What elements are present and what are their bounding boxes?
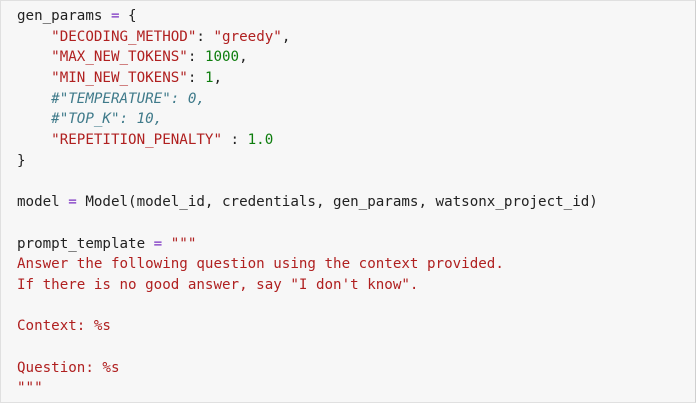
operator: = [153,235,163,252]
string-literal: "MIN_NEW_TOKENS" [51,70,188,87]
code-text: , [239,49,248,66]
docstring-text: Context: %s [17,318,111,335]
operator: = [68,194,77,211]
code-line-pt-l2: If there is no good answer, say "I don't… [17,275,598,296]
string-literal: "MAX_NEW_TOKENS" [51,49,188,66]
code-text: , [213,70,223,87]
code-line-gp-temp: #"TEMPERATURE": 0, [17,89,598,110]
code-cell[interactable]: gen_params = { "DECODING_METHOD": "greed… [0,0,696,403]
code-text: , [281,28,291,45]
docstring-text: """ [17,380,43,397]
operator: = [110,8,120,24]
number-literal: 1.0 [247,132,274,149]
code-line-pt-question: Question: %s [17,358,598,379]
docstring-text: Question: %s [17,359,120,376]
string-literal: "DECODING_METHOD" [51,28,197,45]
code-line-pt-close: """ [17,378,598,399]
code-text: Model(model_id, credentials, gen_params,… [76,194,598,211]
code-line-gp-decode: "DECODING_METHOD": "greedy", [17,27,598,48]
docstring-text: Answer the following question using the … [17,256,504,273]
code-line-pt-l1: Answer the following question using the … [17,254,598,275]
code-line-gp-open: gen_params = { [17,6,598,27]
code-text: { [119,8,137,24]
code-text: gen_params [17,8,111,24]
code-line-blank-1 [17,172,598,193]
code-line-gp-close: } [17,151,598,172]
code-line-blank-4 [17,337,598,358]
code-line-blank-2 [17,213,598,234]
code-text: : [187,70,205,87]
comment: #"TOP_K": 10, [51,111,163,128]
code-text: prompt_template [17,235,154,252]
code-line-pt-open: prompt_template = """ [17,234,598,255]
number-literal: 1000 [204,49,240,66]
docstring-text: If there is no good answer, say "I don't… [17,276,419,293]
code-line-gp-topk: #"TOP_K": 10, [17,109,598,130]
code-line-blank-3 [17,296,598,317]
code-text: model [17,194,69,211]
code-line-model: model = Model(model_id, credentials, gen… [17,192,598,213]
code-text: } [17,152,26,169]
code-editor[interactable]: gen_params = { "DECODING_METHOD": "greed… [17,6,598,399]
code-text: : [187,49,205,66]
code-line-gp-max: "MAX_NEW_TOKENS": 1000, [17,47,598,68]
code-line-gp-min: "MIN_NEW_TOKENS": 1, [17,68,598,89]
code-line-pt-context: Context: %s [17,316,598,337]
string-literal: "greedy" [213,28,282,45]
code-line-gp-rep: "REPETITION_PENALTY" : 1.0 [17,130,598,151]
docstring-text: """ [170,235,197,252]
string-literal: "REPETITION_PENALTY" [51,132,223,149]
comment: #"TEMPERATURE": 0, [51,90,205,107]
code-text: : [196,28,214,45]
code-text: : [222,132,248,149]
